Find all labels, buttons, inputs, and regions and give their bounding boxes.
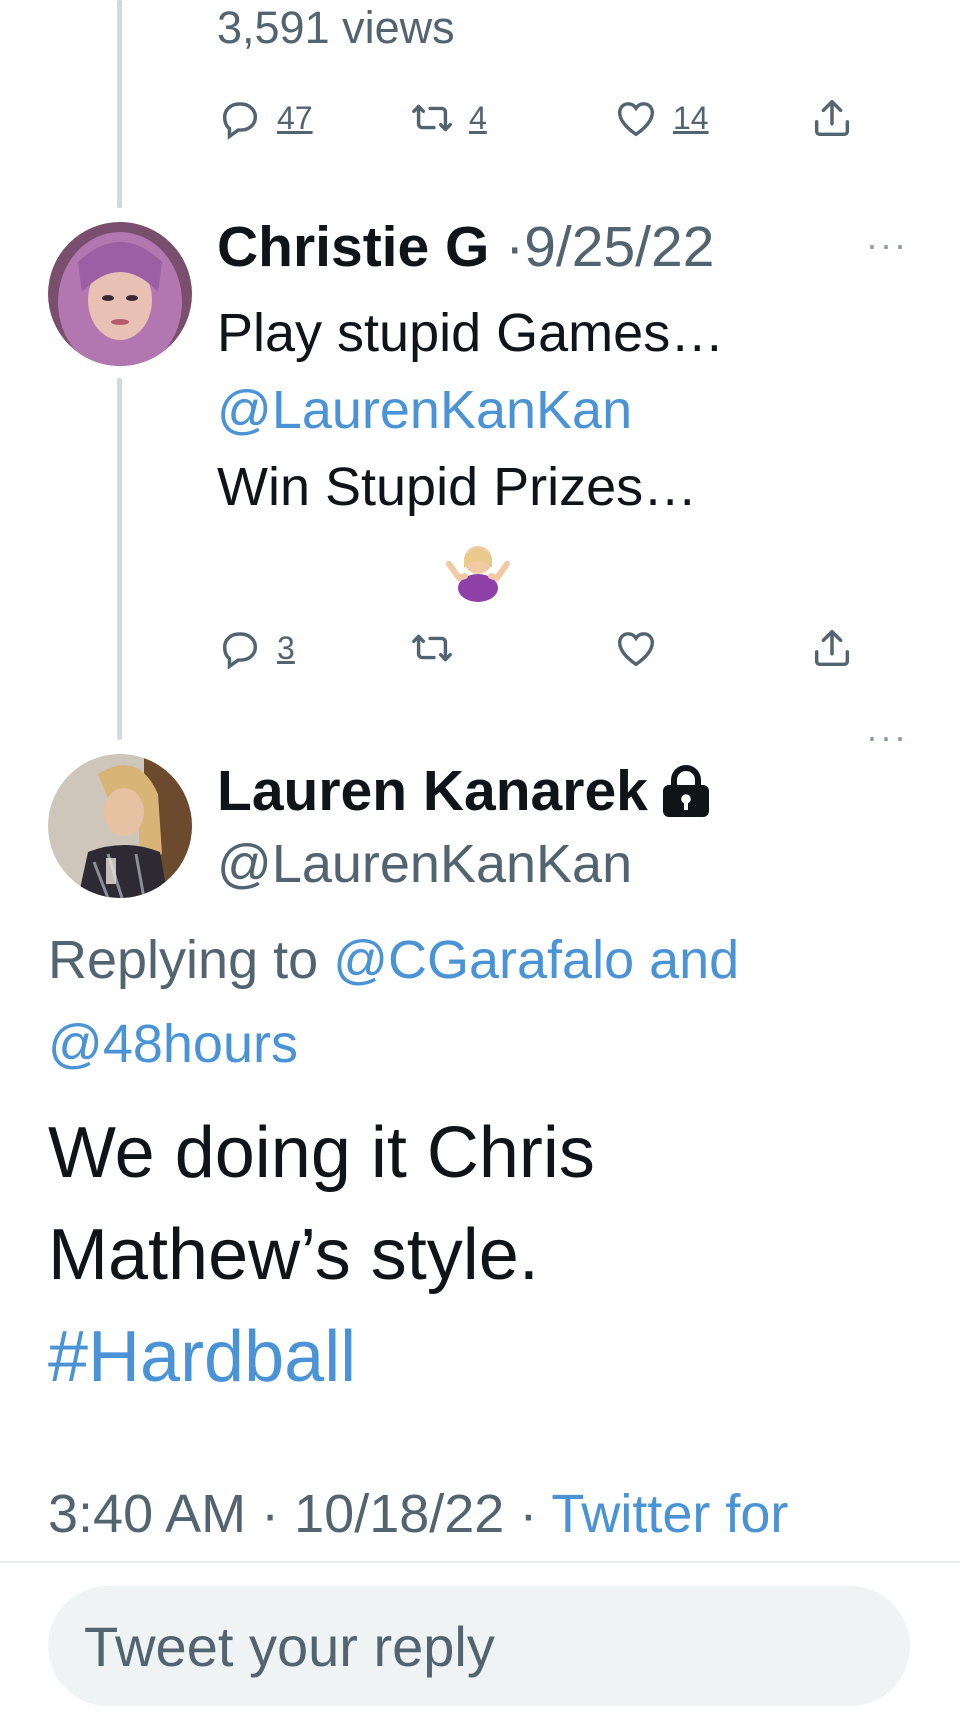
replying-to-link[interactable]: @CGarafalo and xyxy=(333,930,739,990)
replying-prefix: Replying to xyxy=(48,930,319,990)
author-name-row: Lauren Kanarek xyxy=(217,758,712,824)
mention-link[interactable]: @LaurenKanKan xyxy=(217,372,724,449)
separator: · xyxy=(519,1484,538,1544)
like-count[interactable]: 14 xyxy=(673,100,709,137)
hashtag-link[interactable]: #Hardball xyxy=(48,1306,908,1408)
reply-icon xyxy=(222,632,258,670)
avatar-christie-g[interactable] xyxy=(48,222,192,366)
tweet-text: We doing it Chris Mathew’s style. #Hardb… xyxy=(48,1102,908,1408)
more-options-button[interactable]: ··· xyxy=(866,716,908,758)
reply-header: Christie G ·9/25/22 xyxy=(217,214,714,280)
reply-button[interactable]: 3 xyxy=(217,618,295,678)
tweet-metadata: 3:40 AM · 10/18/22 · Twitter for xyxy=(48,1483,788,1545)
reply-count[interactable]: 3 xyxy=(277,630,295,667)
like-button[interactable]: 14 xyxy=(613,88,709,148)
share-button[interactable] xyxy=(809,618,855,678)
retweet-icon xyxy=(412,104,452,132)
heart-icon xyxy=(617,102,655,137)
tweet-text-line: Mathew’s style. xyxy=(48,1215,539,1295)
tweet-time[interactable]: 3:40 AM xyxy=(48,1484,246,1544)
share-button[interactable] xyxy=(809,88,855,148)
reply-text-line: Play stupid Games… xyxy=(217,303,725,363)
reply-button[interactable]: 47 xyxy=(217,88,313,148)
tweet-date[interactable]: 10/18/22 xyxy=(294,1484,504,1544)
reply-placeholder: Tweet your reply xyxy=(84,1614,495,1678)
tweet-source-link[interactable]: Twitter for xyxy=(551,1484,788,1544)
lock-icon xyxy=(662,765,709,817)
reply-text-line: Win Stupid Prizes… xyxy=(217,457,698,517)
replying-to: Replying to @CGarafalo and @48hours xyxy=(48,918,908,1086)
thread-line-middle xyxy=(117,378,122,740)
reply-text: Play stupid Games… @LaurenKanKan Win Stu… xyxy=(217,295,724,526)
tweet-text-line: We doing it Chris xyxy=(48,1113,595,1193)
reply-icon xyxy=(222,102,258,140)
retweet-button[interactable]: 4 xyxy=(409,88,487,148)
avatar-lauren-kanarek[interactable] xyxy=(48,754,192,898)
reply-tweet-actions: 3 xyxy=(217,618,867,678)
tweet-date[interactable]: 9/25/22 xyxy=(524,215,714,279)
divider xyxy=(0,1561,960,1563)
reply-input[interactable]: Tweet your reply xyxy=(48,1586,910,1706)
heart-icon xyxy=(617,632,655,667)
views-count: 3,591 views xyxy=(217,2,455,53)
reply-count[interactable]: 47 xyxy=(277,100,313,137)
woman-shrugging-emoji xyxy=(446,546,510,602)
retweet-count[interactable]: 4 xyxy=(469,100,487,137)
author-name[interactable]: Christie G xyxy=(217,215,489,279)
share-icon xyxy=(814,99,850,137)
share-icon xyxy=(814,629,850,667)
thread-line-top xyxy=(117,0,122,208)
author-name[interactable]: Lauren Kanarek xyxy=(217,758,648,824)
previous-tweet-actions: 47 4 14 xyxy=(217,88,867,148)
author-handle[interactable]: @LaurenKanKan xyxy=(217,833,632,895)
separator: · xyxy=(505,215,525,279)
replying-to-link[interactable]: @48hours xyxy=(48,1014,298,1074)
retweet-button[interactable] xyxy=(409,618,455,678)
retweet-icon xyxy=(412,634,452,662)
separator: · xyxy=(261,1484,280,1544)
more-options-button[interactable]: ··· xyxy=(866,224,908,266)
avatar-image xyxy=(48,222,192,366)
like-button[interactable] xyxy=(613,618,659,678)
avatar-image xyxy=(48,754,192,898)
tweet-detail-page: 3,591 views 47 4 14 Christie G ·9/25/22 … xyxy=(0,0,960,1726)
